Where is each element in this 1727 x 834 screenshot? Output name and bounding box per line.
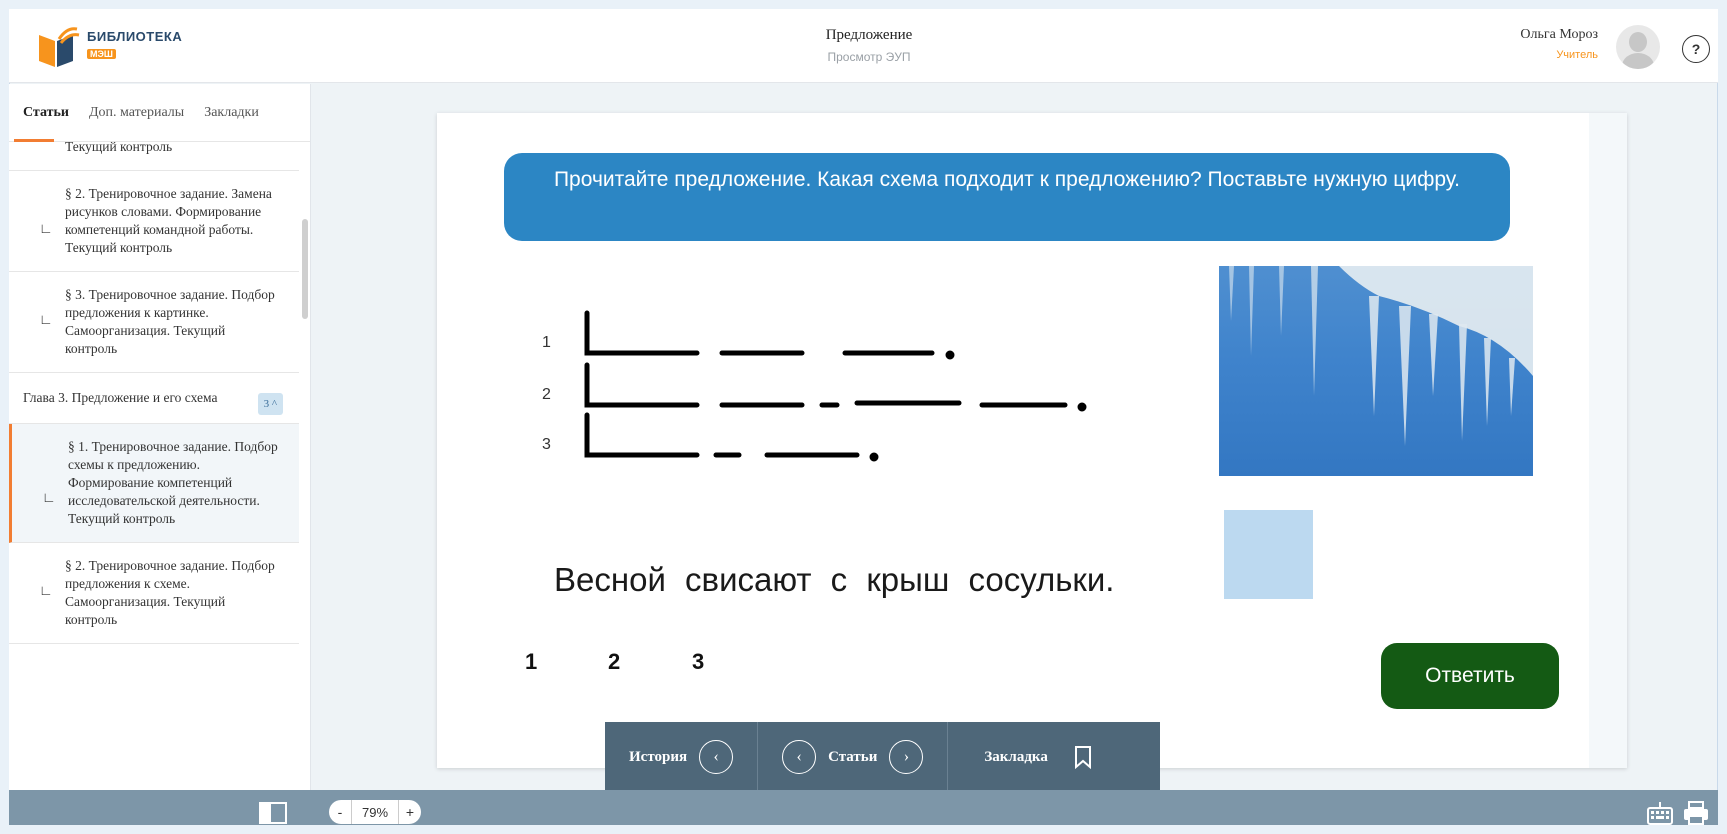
avatar-head [1629, 32, 1647, 52]
list-item[interactable]: ∟ § 2. Тренировочное задание. Подбор пре… [9, 543, 299, 644]
page-header: Предложение Просмотр ЭУП [609, 27, 1129, 64]
corner-icon: ∟ [42, 491, 56, 506]
scheme-1 [584, 310, 955, 360]
chevron-left-icon: ‹ [796, 748, 802, 765]
list-item[interactable]: ∟ § 2. Тренировочное задание. Замена рис… [9, 171, 299, 272]
list-item-label: § 2. Тренировочное задание. Замена рисун… [65, 186, 272, 255]
keyboard-icon[interactable] [1646, 800, 1674, 826]
corner-icon: ∟ [39, 222, 53, 237]
zoom-value: 79% [351, 800, 399, 824]
reply-button[interactable]: Ответить [1381, 643, 1559, 709]
tab-extra-materials[interactable]: Доп. материалы [89, 105, 184, 121]
chapter-item[interactable]: Глава 3. Предложение и его схема 3 ^ [9, 373, 299, 424]
panel-toggle-icon[interactable] [259, 802, 287, 824]
articles-nav: ‹ Статьи › [757, 722, 947, 792]
user-role: Учитель [1556, 49, 1598, 61]
floating-nav: История ‹ ‹ Статьи › Закладка [605, 722, 1160, 792]
content-card: Прочитайте предложение. Какая схема подх… [437, 113, 1627, 768]
logo-badge: МЭШ [87, 49, 116, 59]
answer-drop-box[interactable] [1224, 510, 1313, 599]
articles-prev-button[interactable]: ‹ [782, 740, 817, 774]
zoom-out-button[interactable]: - [329, 800, 351, 824]
list-item-label: § 3. Тренировочное задание. Подбор предл… [65, 287, 275, 356]
help-button[interactable]: ? [1682, 35, 1710, 63]
user-info[interactable]: Ольга Мороз Учитель [1520, 27, 1598, 61]
library-logo-icon[interactable] [33, 23, 81, 71]
list-item-active[interactable]: ∟ § 1. Тренировочное задание. Подбор схе… [9, 424, 299, 543]
list-item-label: § 1. Тренировочное задание. Подбор схемы… [68, 439, 278, 526]
user-name: Ольга Мороз [1520, 27, 1598, 42]
zoom-control: - 79% + [329, 800, 421, 824]
sentence-schemes [584, 310, 1087, 462]
tab-bookmarks[interactable]: Закладки [204, 105, 259, 121]
option-1[interactable]: 1 [525, 649, 537, 675]
icicles-image [1229, 266, 1533, 446]
corner-icon: ∟ [39, 313, 53, 328]
history-label: История [629, 748, 688, 765]
list-item[interactable]: ∟ § 3. Тренировочное задание. Подбор пре… [9, 272, 299, 373]
bookmark-label: Закладка [984, 748, 1048, 765]
header: БИБЛИОТЕКА МЭШ Предложение Просмотр ЭУП … [9, 9, 1718, 83]
history-nav: История ‹ [605, 722, 757, 792]
chevron-right-icon: › [903, 748, 910, 765]
icicles-photo [1219, 266, 1533, 476]
print-icon[interactable] [1682, 800, 1710, 826]
page-title: Предложение [825, 27, 913, 43]
bookmark-nav[interactable]: Закладка [947, 722, 1115, 792]
app-frame: БИБЛИОТЕКА МЭШ Предложение Просмотр ЭУП … [0, 0, 1727, 834]
logo-title: БИБЛИОТЕКА [87, 29, 183, 44]
logo-text[interactable]: БИБЛИОТЕКА МЭШ [87, 29, 182, 62]
chapter-count-badge[interactable]: 3 ^ [257, 393, 283, 415]
list-item-label: Текущий контроль [65, 142, 173, 154]
articles-label: Статьи [828, 748, 878, 765]
list-item[interactable]: Текущий контроль [9, 142, 299, 171]
avatar-body [1622, 53, 1654, 69]
chapter-label: Глава 3. Предложение и его схема [23, 390, 218, 405]
article-list: Текущий контроль ∟ § 2. Тренировочное за… [9, 142, 299, 790]
avatar[interactable] [1616, 25, 1660, 69]
page-subtitle: Просмотр ЭУП [827, 50, 911, 64]
sidebar: Статьи Доп. материалы Закладки Текущий к… [9, 84, 311, 790]
bottom-toolbar: - 79% + [9, 790, 1718, 826]
option-3[interactable]: 3 [692, 649, 704, 675]
chevron-left-icon: ‹ [713, 748, 719, 765]
option-2[interactable]: 2 [608, 649, 620, 675]
task-sentence: Весной свисают с крыш сосульки. [554, 561, 1115, 598]
tab-articles[interactable]: Статьи [23, 105, 69, 121]
zoom-in-button[interactable]: + [399, 800, 421, 824]
content-right-strip [1589, 113, 1627, 768]
scheme-3 [584, 412, 879, 462]
history-back-button[interactable]: ‹ [699, 740, 734, 774]
bookmark-icon[interactable] [1074, 745, 1092, 769]
scheme-2 [584, 362, 1087, 412]
list-item-label: § 2. Тренировочное задание. Подбор предл… [65, 558, 275, 627]
articles-next-button[interactable]: › [889, 740, 924, 774]
sidebar-scrollbar[interactable] [302, 219, 308, 319]
corner-icon: ∟ [39, 584, 53, 599]
sidebar-tabs: Статьи Доп. материалы Закладки [9, 84, 310, 142]
